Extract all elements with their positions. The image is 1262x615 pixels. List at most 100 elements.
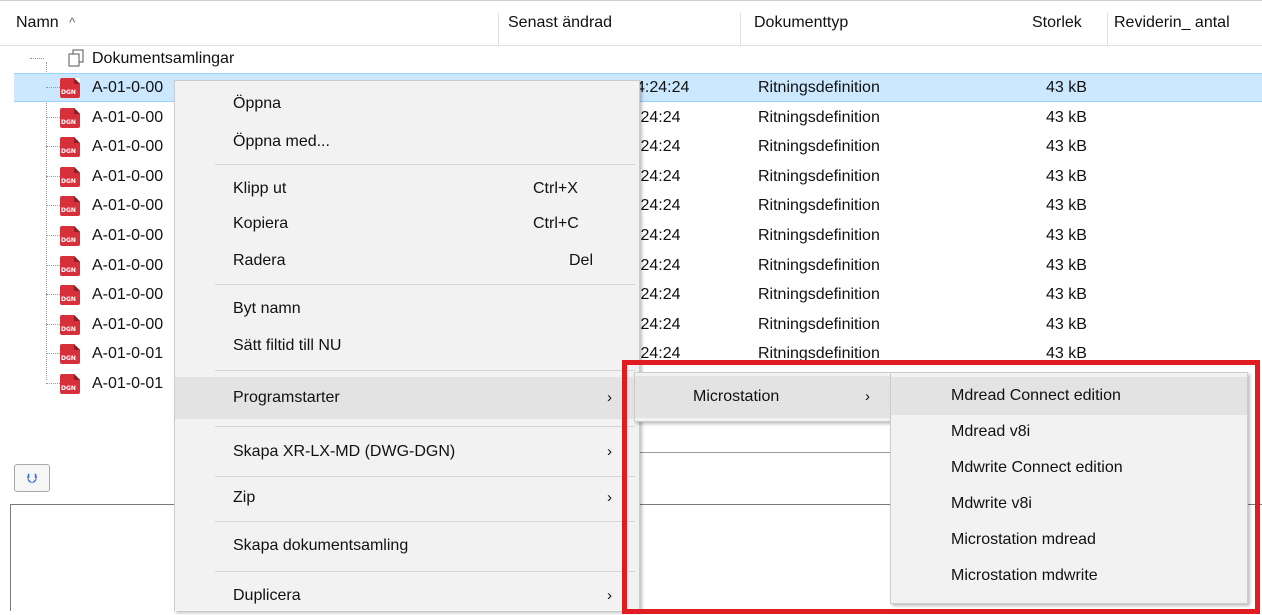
dgn-file-icon: DGN (60, 344, 80, 364)
file-modified: :24:24 (636, 345, 681, 362)
file-name: A-01-0-00 (92, 168, 164, 185)
file-doctype: Ritningsdefinition (758, 79, 880, 96)
file-doctype: Ritningsdefinition (758, 109, 880, 126)
chevron-right-icon: › (607, 389, 612, 406)
dgn-icon-text: DGN (61, 296, 76, 303)
column-revisions[interactable]: Reviderin_ antal (1114, 1, 1230, 45)
tree-guide-line (46, 205, 60, 206)
file-modified: :24:24 (636, 168, 681, 185)
dgn-icon-text: DGN (61, 207, 76, 214)
dgn-file-icon: DGN (60, 167, 80, 187)
file-doctype: Ritningsdefinition (758, 345, 880, 362)
file-size: 43 kB (1046, 79, 1087, 96)
menu-item-open-with[interactable]: Öppna med... (175, 123, 639, 161)
menu-item-duplicate[interactable]: Duplicera › (175, 577, 639, 615)
menu-item-set-filetime[interactable]: Sätt filtid till NU (175, 327, 639, 365)
menu-item-create-collection[interactable]: Skapa dokumentsamling (175, 527, 639, 565)
menu-item-mdwrite-v8i[interactable]: Mdwrite v8i (891, 485, 1247, 523)
column-divider[interactable] (1107, 13, 1108, 45)
document-collection-icon (68, 49, 84, 67)
menu-separator (215, 571, 635, 572)
menu-item-open[interactable]: Öppna (175, 85, 639, 123)
file-size: 43 kB (1046, 345, 1087, 362)
file-doctype: Ritningsdefinition (758, 227, 880, 244)
menu-item-zip[interactable]: Zip › (175, 479, 639, 517)
dgn-file-icon: DGN (60, 108, 80, 128)
menu-item-delete[interactable]: Radera Del (175, 242, 639, 280)
menu-item-microstation-mdread[interactable]: Microstation mdread (891, 521, 1247, 559)
dgn-icon-text: DGN (61, 178, 76, 185)
divider (640, 452, 903, 453)
file-modified: :24:24 (636, 227, 681, 244)
dgn-icon-text: DGN (61, 385, 76, 392)
column-header: Namn ^ Senast ändrad Dokumenttyp Storlek… (0, 0, 1262, 46)
file-name: A-01-0-00 (92, 286, 164, 303)
menu-item-mdread-v8i[interactable]: Mdread v8i (891, 413, 1247, 451)
file-doctype: Ritningsdefinition (758, 168, 880, 185)
column-doctype[interactable]: Dokumenttyp (754, 1, 848, 45)
menu-item-copy[interactable]: Kopiera Ctrl+C (175, 205, 639, 243)
file-doctype: Ritningsdefinition (758, 138, 880, 155)
collections-row[interactable]: Dokumentsamlingar (0, 44, 1262, 73)
tree-guide-line (30, 58, 44, 59)
file-size: 43 kB (1046, 197, 1087, 214)
menu-item-microstation-mdwrite[interactable]: Microstation mdwrite (891, 557, 1247, 595)
file-modified: :24:24 (636, 197, 681, 214)
tree-guide-line (46, 383, 60, 384)
menu-item-create-xr[interactable]: Skapa XR-LX-MD (DWG-DGN) › (175, 433, 639, 471)
sort-ascending-icon: ^ (69, 15, 76, 30)
menu-separator (215, 521, 635, 522)
menu-item-cut[interactable]: Klipp ut Ctrl+X (175, 170, 639, 208)
dgn-file-icon: DGN (60, 226, 80, 246)
tree-guide-line (46, 265, 60, 266)
file-modified: :24:24 (636, 286, 681, 303)
menu-separator (215, 370, 635, 371)
file-size: 43 kB (1046, 109, 1087, 126)
shortcut-label: Ctrl+X (533, 180, 578, 197)
menu-item-program-launcher[interactable]: Programstarter › (175, 377, 639, 419)
dgn-file-icon: DGN (60, 285, 80, 305)
file-name: A-01-0-00 (92, 109, 164, 126)
submenu-microstation: Mdread Connect edition Mdread v8i Mdwrit… (890, 372, 1248, 604)
column-size[interactable]: Storlek (1032, 1, 1082, 45)
column-name[interactable]: Namn ^ (16, 1, 75, 45)
column-divider[interactable] (498, 13, 499, 45)
tree-guide-line (46, 324, 60, 325)
file-name: A-01-0-00 (92, 197, 164, 214)
context-menu: Öppna Öppna med... Klipp ut Ctrl+X Kopie… (174, 80, 640, 611)
column-modified[interactable]: Senast ändrad (508, 1, 612, 45)
menu-item-mdwrite-connect[interactable]: Mdwrite Connect edition (891, 449, 1247, 487)
file-size: 43 kB (1046, 257, 1087, 274)
menu-separator (215, 426, 635, 427)
file-modified: :24:24 (636, 316, 681, 333)
dgn-file-icon: DGN (60, 78, 80, 98)
file-size: 43 kB (1046, 138, 1087, 155)
file-name: A-01-0-00 (92, 138, 164, 155)
dgn-icon-text: DGN (61, 119, 76, 126)
dgn-icon-text: DGN (61, 326, 76, 333)
file-name: A-01-0-00 (92, 227, 164, 244)
file-size: 43 kB (1046, 227, 1087, 244)
menu-separator (215, 284, 635, 285)
menu-item-rename[interactable]: Byt namn (175, 290, 639, 328)
menu-separator (215, 164, 635, 165)
chevron-right-icon: › (865, 388, 870, 405)
file-doctype: Ritningsdefinition (758, 316, 880, 333)
column-divider[interactable] (740, 13, 741, 45)
dgn-icon-text: DGN (61, 148, 76, 155)
file-modified: :24:24 (636, 109, 681, 126)
dgn-file-icon: DGN (60, 374, 80, 394)
dgn-file-icon: DGN (60, 137, 80, 157)
chevron-right-icon: › (607, 587, 612, 604)
menu-item-mdread-connect[interactable]: Mdread Connect edition (891, 377, 1247, 415)
file-modified: :24:24 (636, 138, 681, 155)
dgn-file-icon: DGN (60, 315, 80, 335)
menu-item-microstation[interactable]: Microstation › (635, 376, 891, 418)
expand-panel-button[interactable]: ⮋ (14, 464, 50, 492)
file-doctype: Ritningsdefinition (758, 197, 880, 214)
file-doctype: Ritningsdefinition (758, 286, 880, 303)
dgn-file-icon: DGN (60, 196, 80, 216)
dgn-icon-text: DGN (61, 237, 76, 244)
file-name: A-01-0-00 (92, 316, 164, 333)
tree-guide-line (46, 294, 60, 295)
